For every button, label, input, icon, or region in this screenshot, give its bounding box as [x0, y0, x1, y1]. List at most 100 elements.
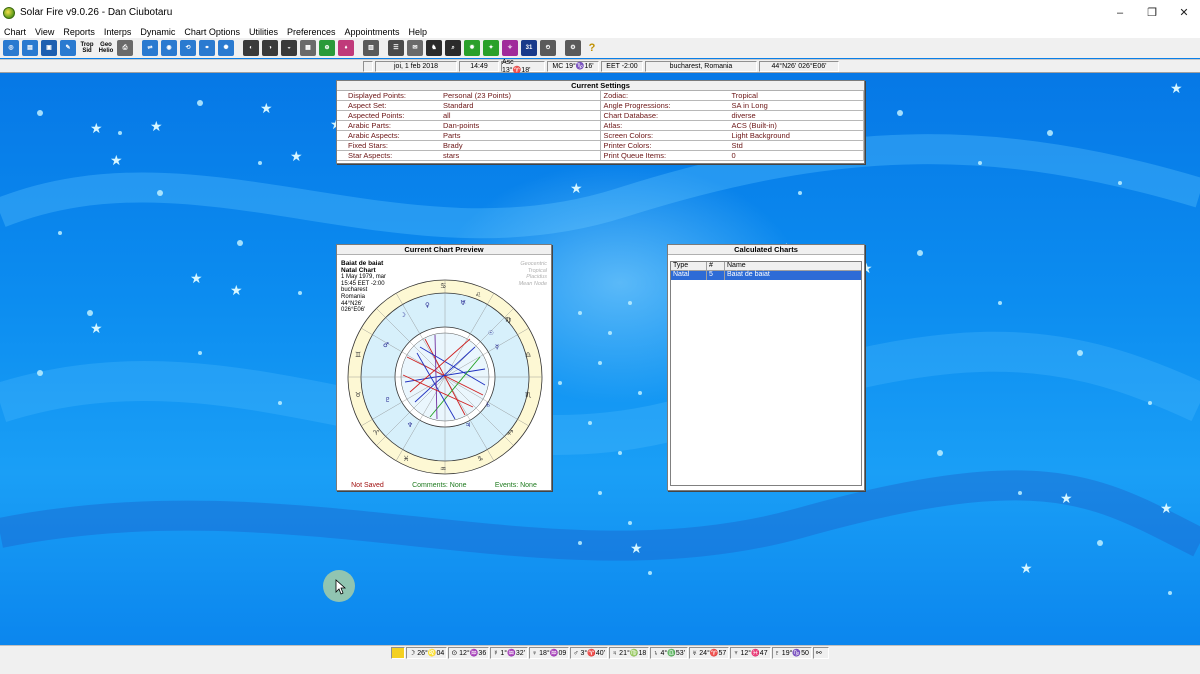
menu-interps[interactable]: Interps	[104, 27, 132, 37]
svg-text:♆: ♆	[407, 421, 413, 429]
search-icon[interactable]: ⌕	[445, 40, 461, 56]
svg-text:♈: ♈	[373, 429, 380, 437]
setting-value[interactable]: SA in Long	[721, 101, 768, 110]
menu-chart[interactable]: Chart	[4, 27, 26, 37]
setting-key[interactable]: Arabic Parts:	[337, 121, 432, 130]
minimize-button[interactable]: –	[1104, 0, 1136, 25]
setting-value[interactable]: Parts	[432, 131, 461, 140]
setting-value[interactable]: Std	[721, 141, 743, 150]
current-settings-panel[interactable]: Current Settings Displayed Points: Person…	[336, 80, 865, 164]
col-num-header[interactable]: #	[707, 262, 725, 270]
setting-key[interactable]: Aspect Set:	[337, 101, 432, 110]
setting-value[interactable]: all	[432, 111, 451, 120]
setting-key[interactable]: Zodiac:	[601, 91, 721, 100]
setting-key[interactable]: Screen Colors:	[601, 131, 721, 140]
menu-preferences[interactable]: Preferences	[287, 27, 336, 37]
setting-value[interactable]: Dan-points	[432, 121, 479, 130]
setting-key[interactable]: Chart Database:	[601, 111, 721, 120]
setting-key[interactable]: Aspected Points:	[337, 111, 432, 120]
info-time: 14:49	[459, 60, 499, 72]
graph-icon[interactable]: ✦	[483, 40, 499, 56]
progressions-icon[interactable]: ◉	[161, 40, 177, 56]
grid-icon[interactable]: ▥	[363, 40, 379, 56]
svg-text:★: ★	[630, 541, 643, 557]
svg-text:★: ★	[90, 321, 103, 337]
natal-chart-wheel[interactable]: ♋ ♌ ♍ ♎ ♏ ♐ ♑ ♒ ♓ ♈ ♉ ♊ ☉☿ ☽ ♂ ♄ ♃ ♆ ♇ ♀ ♅	[345, 277, 545, 477]
pages-icon[interactable]: ▦	[300, 40, 316, 56]
sun-moon-icon[interactable]	[391, 647, 405, 659]
list-icon[interactable]: ☰	[388, 40, 404, 56]
setting-key[interactable]: Displayed Points:	[337, 91, 432, 100]
menu-dynamic[interactable]: Dynamic	[140, 27, 175, 37]
info-toggle[interactable]	[363, 60, 373, 72]
setting-value[interactable]: Personal (23 Points)	[432, 91, 511, 100]
animate-icon[interactable]: ♞	[426, 40, 442, 56]
globe-icon[interactable]: ⊕	[319, 40, 335, 56]
transits-icon[interactable]: ⇌	[142, 40, 158, 56]
calculated-charts-panel[interactable]: Calculated Charts Type # Name Natal 5 Ba…	[667, 244, 865, 491]
print-icon[interactable]: ⎙	[117, 40, 133, 56]
save-icon[interactable]: ▣	[41, 40, 57, 56]
planet-position: ♂ 3°♈40'	[570, 647, 608, 659]
menu-view[interactable]: View	[35, 27, 54, 37]
clock-icon[interactable]: ⏲	[540, 40, 556, 56]
table-row[interactable]: Natal 5 Baiat de baiat	[671, 271, 861, 280]
setting-key[interactable]: Print Queue Items:	[601, 151, 721, 160]
ephemeris-icon[interactable]: ✹	[464, 40, 480, 56]
calendar-icon[interactable]: 31	[521, 40, 537, 56]
setting-key[interactable]: Fixed Stars:	[337, 141, 432, 150]
maximize-button[interactable]: ❐	[1136, 0, 1168, 25]
gem-icon[interactable]: ♦	[338, 40, 354, 56]
info-timezone: EET -2:00	[601, 60, 643, 72]
setting-value[interactable]: Standard	[432, 101, 473, 110]
svg-text:♂: ♂	[383, 341, 389, 349]
menu-utilities[interactable]: Utilities	[249, 27, 278, 37]
planet-position: ♄ 4°♎53'	[650, 647, 689, 659]
setting-value[interactable]: stars	[432, 151, 459, 160]
edit-chart-icon[interactable]: ✎	[60, 40, 76, 56]
setting-key[interactable]: Atlas:	[601, 121, 721, 130]
trop-sid-button[interactable]: Trop Sid	[79, 40, 95, 56]
toolbar: ◎ ▤ ▣ ✎ Trop Sid Geo Helio ⎙ ⇌ ◉ ⟲ ⚭ ✺ ◐…	[0, 38, 1200, 58]
harmonics-icon[interactable]: ✺	[218, 40, 234, 56]
close-button[interactable]: ✕	[1168, 0, 1200, 25]
setting-value[interactable]: Tropical	[721, 91, 758, 100]
refresh-icon[interactable]: ⚯	[812, 647, 829, 659]
wheel-icon[interactable]: ◑	[262, 40, 278, 56]
mail-icon[interactable]: ✉	[407, 40, 423, 56]
setting-key[interactable]: Star Aspects:	[337, 151, 432, 160]
pointer-icon	[335, 579, 347, 595]
menu-help[interactable]: Help	[409, 27, 428, 37]
help-icon[interactable]: ?	[584, 40, 600, 56]
view-chart-icon[interactable]: ◐	[243, 40, 259, 56]
setting-value[interactable]: ACS (Built-in)	[721, 121, 777, 130]
magic-icon[interactable]: ✧	[502, 40, 518, 56]
returns-icon[interactable]: ⟲	[180, 40, 196, 56]
settings-icon[interactable]: ⚙	[565, 40, 581, 56]
svg-text:♇: ♇	[385, 396, 391, 404]
menu-chart-options[interactable]: Chart Options	[184, 27, 240, 37]
col-type-header[interactable]: Type	[671, 262, 707, 270]
menu-appointments[interactable]: Appointments	[345, 27, 400, 37]
planet-position: ⊙ 12°♒36	[448, 647, 490, 659]
col-name-header[interactable]: Name	[725, 262, 861, 270]
events-status: Events: None	[494, 481, 537, 489]
setting-key[interactable]: Arabic Aspects:	[337, 131, 432, 140]
title-bar: Solar Fire v9.0.26 - Dan Ciubotaru – ❐ ✕	[0, 0, 1200, 25]
synastry-icon[interactable]: ⚭	[199, 40, 215, 56]
svg-text:♃: ♃	[465, 421, 471, 429]
setting-key[interactable]: Printer Colors:	[601, 141, 721, 150]
chart-preview-panel[interactable]: Current Chart Preview Baiat de baiat Nat…	[336, 244, 552, 491]
setting-value[interactable]: diverse	[721, 111, 756, 120]
menu-reports[interactable]: Reports	[63, 27, 95, 37]
setting-key[interactable]: Angle Progressions:	[601, 101, 721, 110]
setting-value[interactable]: Light Background	[721, 131, 790, 140]
new-chart-icon[interactable]: ◎	[3, 40, 19, 56]
charts-table[interactable]: Type # Name Natal 5 Baiat de baiat	[670, 261, 862, 486]
svg-text:★: ★	[290, 149, 303, 165]
setting-value[interactable]: 0	[721, 151, 736, 160]
open-chart-icon[interactable]: ▤	[22, 40, 38, 56]
dials-icon[interactable]: ◒	[281, 40, 297, 56]
setting-value[interactable]: Brady	[432, 141, 463, 150]
geo-helio-button[interactable]: Geo Helio	[98, 40, 114, 56]
